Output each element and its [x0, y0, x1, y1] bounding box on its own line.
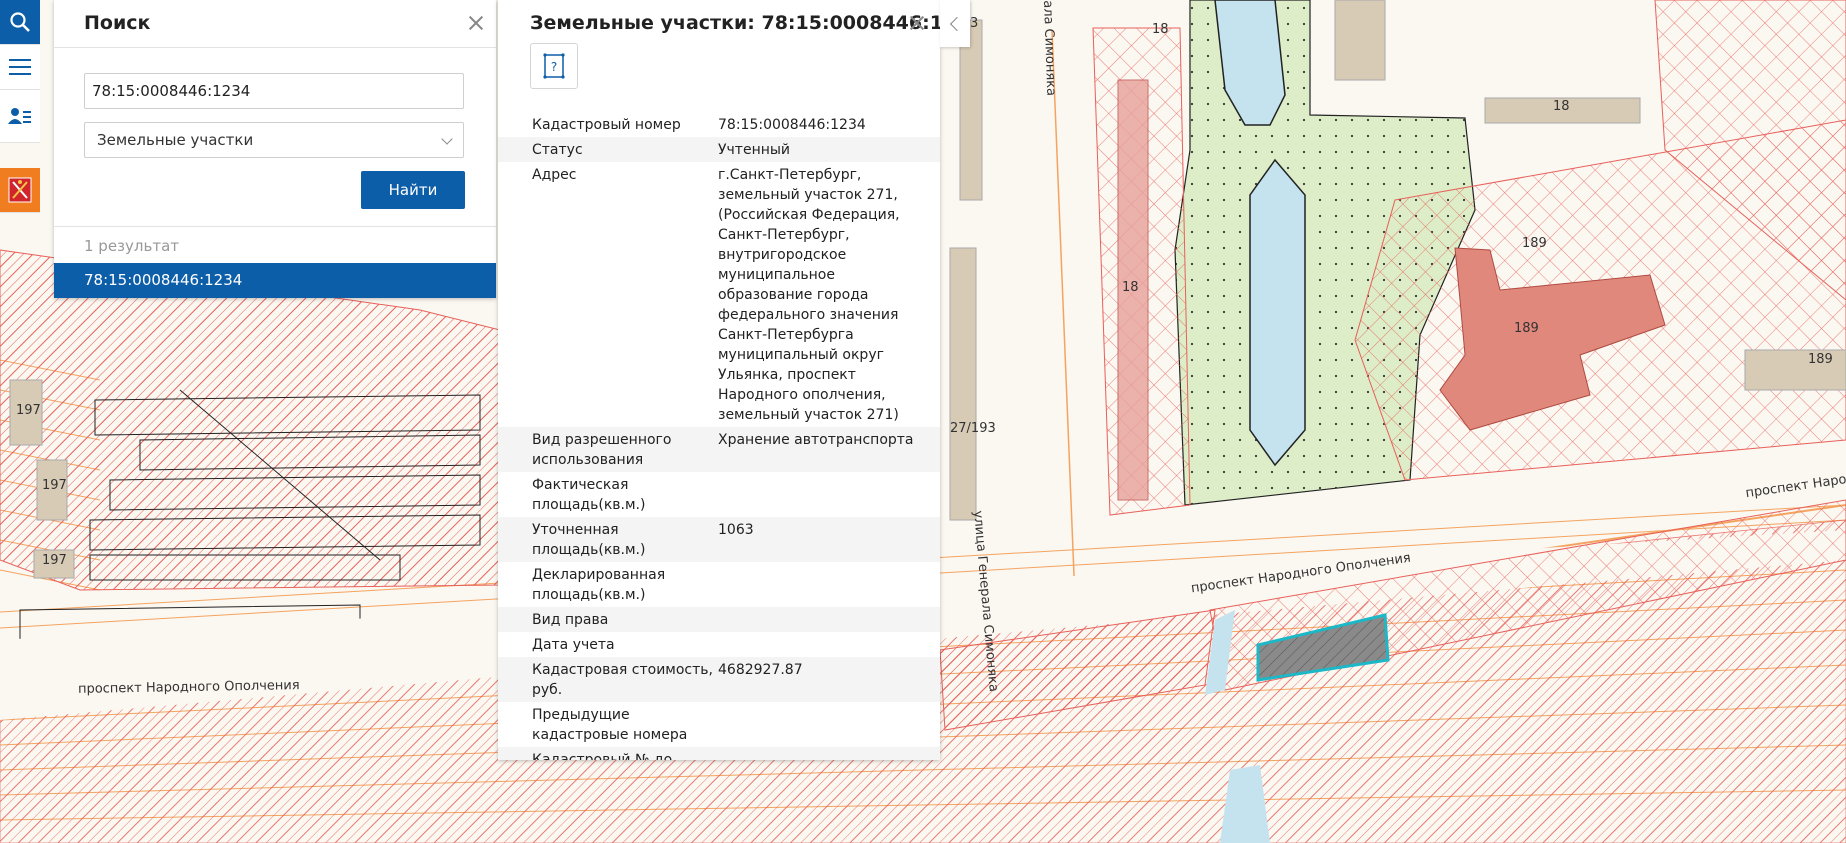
menu-icon: [9, 59, 31, 75]
property-key: Фактическая площадь(кв.м.): [532, 477, 646, 513]
spb-coat-of-arms-icon: [8, 177, 32, 203]
collapse-panel-chevron-icon[interactable]: [940, 0, 970, 47]
search-input[interactable]: [84, 73, 464, 109]
info-button[interactable]: ?: [530, 43, 578, 89]
menu-button[interactable]: [0, 45, 40, 90]
result-item[interactable]: 78:15:0008446:1234: [54, 263, 496, 298]
house-number-197c: 197: [42, 553, 67, 568]
search-panel-close-icon[interactable]: [467, 14, 485, 32]
detail-panel-title: Земельные участки: 78:15:0008446:1234: [530, 12, 940, 34]
building-center: [949, 247, 977, 521]
properties-table: Кадастровый номер 78:15:0008446:1234 Стат…: [498, 112, 940, 760]
property-value: [718, 607, 940, 632]
table-row: Кадастровый № до 27.08.2012: [498, 747, 940, 760]
table-row: Статус Учтенный: [498, 137, 940, 162]
house-number-3: 3: [970, 16, 979, 31]
table-row: Кадастровый номер 78:15:0008446:1234: [498, 112, 940, 137]
table-row: Декларированная площадь(кв.м.): [498, 562, 940, 607]
property-value: [718, 472, 940, 517]
table-row: Адрес г.Санкт-Петербург, земельный участо…: [498, 162, 940, 427]
house-number-189c: 189: [1808, 352, 1833, 367]
search-panel-title: Поиск: [84, 12, 151, 34]
property-value: [718, 747, 940, 760]
property-key: Предыдущие кадастровые номера: [532, 707, 688, 743]
svg-text:?: ?: [551, 60, 557, 74]
table-row: Вид разрешенного использования Хранение а…: [498, 427, 940, 472]
property-value: 4682927.87: [718, 657, 940, 702]
property-value: [718, 562, 940, 607]
house-number-197b: 197: [42, 478, 67, 493]
results-count: 1 результат: [54, 226, 496, 264]
property-value: г.Санкт-Петербург, земельный участок 271…: [718, 167, 900, 423]
table-row: Дата учета: [498, 632, 940, 657]
chevron-down-icon: [441, 133, 453, 145]
property-key: Статус: [498, 137, 718, 162]
house-number-18b: 18: [1122, 280, 1139, 295]
property-key: Уточненная площадь(кв.м.): [498, 517, 718, 562]
user-list-button[interactable]: [0, 90, 40, 143]
property-key: Кадастровая стоимость, руб.: [498, 657, 718, 702]
house-number-18c: 18: [1553, 99, 1570, 114]
property-value: [718, 702, 940, 747]
house-number-189a: 189: [1522, 236, 1547, 251]
house-number-18a: 18: [1152, 22, 1169, 37]
building-top-1: [1334, 0, 1386, 81]
property-value: 78:15:0008446:1234: [718, 117, 866, 133]
property-value: Хранение автотранспорта: [718, 427, 940, 472]
table-row: Фактическая площадь(кв.м.): [498, 472, 940, 517]
table-row: Вид права: [498, 607, 940, 632]
info-icon: ?: [543, 53, 565, 79]
property-key: Кадастровый номер: [532, 117, 681, 133]
detail-panel: Земельные участки: 78:15:0008446:1234 ? …: [498, 0, 940, 760]
detail-panel-close-icon[interactable]: [908, 14, 926, 32]
spb-portal-button[interactable]: [0, 168, 40, 213]
layer-select-value: Земельные участки: [97, 131, 254, 149]
table-row: Предыдущие кадастровые номера: [498, 702, 940, 747]
property-value: [718, 632, 940, 657]
pond-center: [1249, 158, 1306, 467]
search-icon: [10, 12, 30, 32]
search-tool-button[interactable]: [0, 0, 40, 45]
property-key: Вид права: [498, 607, 718, 632]
search-panel-header: Поиск: [54, 0, 496, 48]
table-row: Уточненная площадь(кв.м.) 1063: [498, 517, 940, 562]
table-row: Кадастровая стоимость, руб. 4682927.87: [498, 657, 940, 702]
find-button[interactable]: Найти: [361, 171, 465, 209]
property-key: Адрес: [532, 167, 577, 183]
property-key: Декларированная площадь(кв.м.): [532, 567, 666, 603]
user-list-icon: [8, 108, 31, 124]
property-key: Вид разрешенного использования: [498, 427, 718, 472]
left-toolbar: [0, 0, 40, 213]
property-key: Дата учета: [532, 637, 615, 653]
property-value: Учтенный: [718, 137, 940, 162]
house-number-27-193: 27/193: [950, 421, 996, 436]
building-center-top: [959, 19, 983, 201]
house-number-189b: 189: [1514, 321, 1539, 336]
search-panel: Поиск Земельные участки Найти 1 результа…: [54, 0, 496, 298]
house-number-197a: 197: [16, 403, 41, 418]
property-key: Кадастровый № до 27.08.2012: [498, 747, 718, 760]
layer-select[interactable]: Земельные участки: [84, 122, 464, 158]
property-value: 1063: [718, 517, 940, 562]
